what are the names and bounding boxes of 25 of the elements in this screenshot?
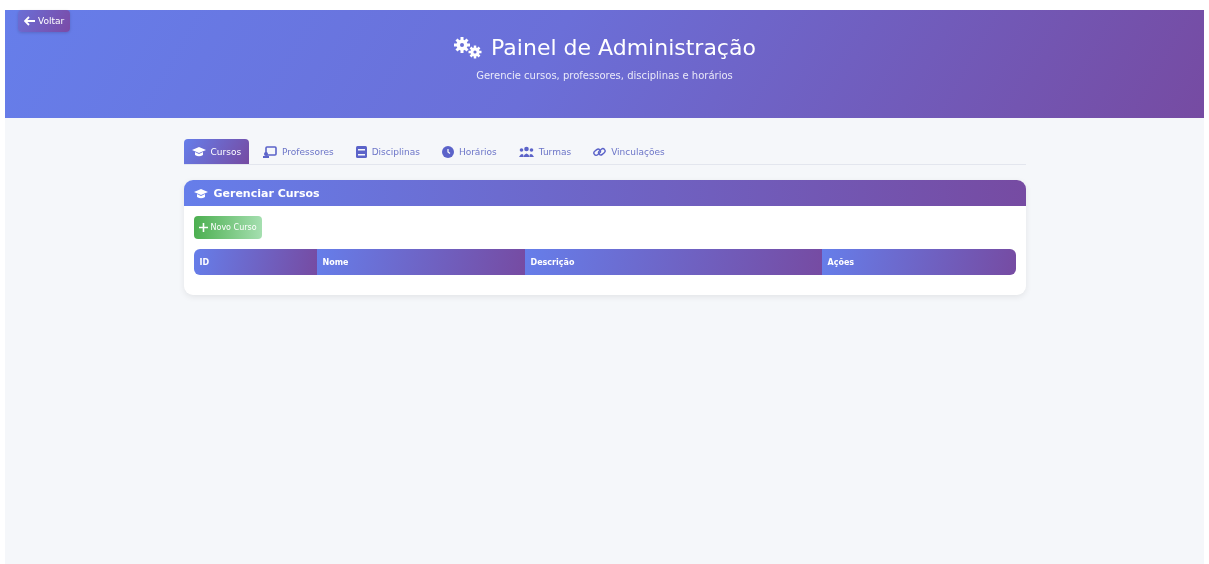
page-title: Painel de Administração bbox=[491, 34, 756, 62]
graduation-cap-icon bbox=[191, 146, 206, 157]
tab[interactable]: Vinculações bbox=[585, 139, 673, 164]
tab[interactable]: Horários bbox=[433, 139, 505, 164]
book-icon bbox=[355, 145, 367, 158]
tab[interactable]: Disciplinas bbox=[347, 139, 428, 164]
tab[interactable]: Professores bbox=[255, 139, 342, 164]
graduation-cap-icon bbox=[193, 187, 208, 199]
clock-icon bbox=[441, 145, 454, 158]
new-course-button[interactable]: Novo Curso bbox=[193, 216, 262, 239]
column-header: Ações bbox=[821, 249, 1016, 275]
gears-icon bbox=[453, 36, 484, 60]
tab[interactable]: Turmas bbox=[510, 139, 580, 164]
presentation-board-icon bbox=[263, 145, 278, 158]
page-subtitle: Gerencie cursos, professores, disciplinas e horários bbox=[476, 70, 733, 81]
column-header: Nome bbox=[316, 249, 525, 275]
back-button[interactable]: Voltar bbox=[18, 10, 71, 32]
panel-title: Gerenciar Cursos bbox=[213, 186, 320, 200]
link-icon bbox=[593, 145, 607, 158]
arrow-left-icon bbox=[24, 16, 35, 26]
plus-icon bbox=[198, 223, 208, 232]
column-header: Descrição bbox=[524, 249, 822, 275]
column-header: ID bbox=[193, 249, 317, 275]
tab[interactable]: Cursos bbox=[183, 139, 250, 164]
users-icon bbox=[518, 145, 534, 158]
